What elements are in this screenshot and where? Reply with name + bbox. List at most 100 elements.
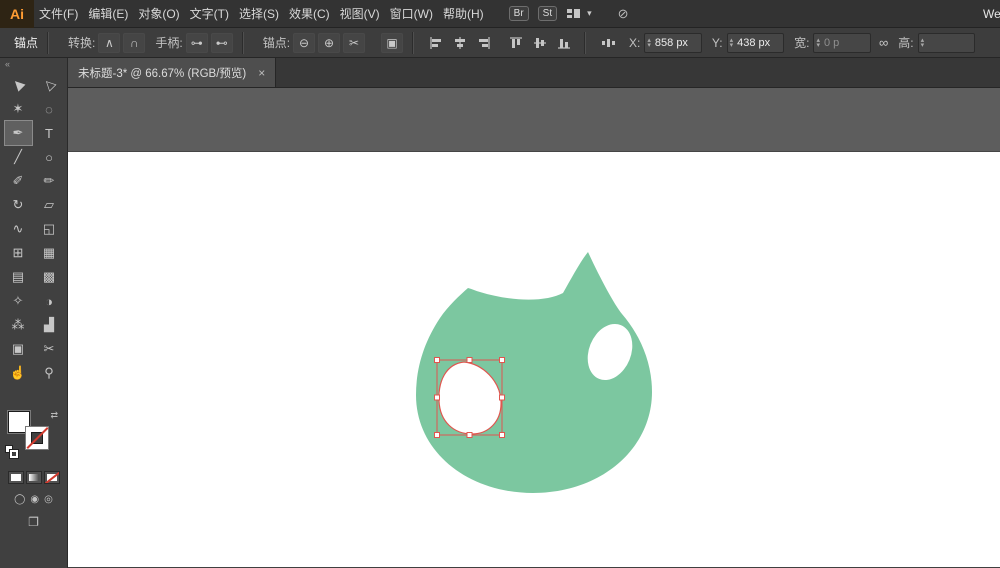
align-bottom-button[interactable] (553, 33, 575, 53)
remove-anchor-button[interactable]: ⊖ (293, 32, 316, 53)
artboard-tool[interactable]: ▣ (5, 337, 32, 361)
selection-handle[interactable] (434, 394, 440, 401)
menu-edit[interactable]: 编辑(E) (83, 0, 133, 28)
chevron-down-icon[interactable]: ▾ (587, 8, 592, 19)
convert-to-smooth-button[interactable]: ∩ (123, 32, 146, 53)
direct-selection-icon: ▷ (39, 76, 58, 95)
selection-handle[interactable] (466, 432, 473, 438)
document-tab[interactable]: 未标题-3* @ 66.67% (RGB/预览) × (68, 58, 277, 87)
draw-normal-button[interactable]: ◯ (14, 494, 25, 505)
hide-handles-button[interactable]: ⊷ (210, 32, 233, 53)
menu-effect[interactable]: 效果(C) (284, 0, 335, 28)
menu-file[interactable]: 文件(F) (34, 0, 83, 28)
align-center-button[interactable] (449, 33, 471, 53)
isolate-object-button[interactable]: ▣ (381, 32, 404, 53)
draw-inside-button[interactable]: ◎ (44, 494, 53, 505)
zoom-tool[interactable]: ⚲ (36, 361, 63, 385)
artwork-layer (416, 252, 652, 493)
arrange-documents-icon[interactable] (566, 7, 581, 20)
lasso-tool[interactable]: ◌ (36, 97, 63, 121)
connect-anchors-button[interactable]: ⊕ (318, 32, 341, 53)
width-value[interactable]: 0 p (824, 37, 866, 49)
shape-builder-icon: ⊞ (12, 245, 24, 260)
draw-behind-button[interactable]: ◉ (30, 494, 39, 505)
hand-tool[interactable]: ☝ (5, 361, 32, 385)
perspective-grid-tool[interactable]: ▦ (36, 241, 63, 265)
show-handles-button[interactable]: ⊶ (185, 32, 208, 53)
menu-view[interactable]: 视图(V) (335, 0, 385, 28)
gradient-tool[interactable]: ▩ (36, 265, 63, 289)
ellipse-icon: ○ (45, 149, 53, 165)
selection-handle[interactable] (499, 357, 505, 363)
convert-to-corner-button[interactable]: ∧ (98, 32, 121, 53)
line-segment-tool[interactable]: ╱ (5, 145, 32, 169)
symbol-sprayer-tool[interactable]: ⁂ (5, 313, 32, 337)
align-middle-button[interactable] (529, 33, 551, 53)
paintbrush-icon: ✐ (12, 173, 24, 188)
stepper-icon[interactable]: ▴ ▾ (816, 37, 820, 49)
menu-select[interactable]: 选择(S) (234, 0, 284, 28)
stroke-swatch[interactable] (25, 427, 48, 449)
stock-button[interactable]: St (537, 6, 558, 21)
type-tool[interactable]: T (36, 121, 63, 145)
screen-mode-button[interactable]: ❐ (28, 515, 39, 529)
pencil-tool[interactable]: ✏ (36, 169, 63, 193)
share-icon[interactable]: ⊘ (618, 6, 629, 22)
cut-path-button[interactable]: ✂ (343, 32, 366, 53)
stepper-icon[interactable]: ▴ ▾ (647, 37, 651, 49)
menu-window[interactable]: 窗口(W) (385, 0, 438, 28)
workspace-switcher[interactable]: We (983, 7, 1000, 21)
none-button[interactable] (43, 471, 60, 484)
swap-fill-stroke-icon[interactable]: ⇄ (51, 410, 59, 421)
line-segment-icon: ╱ (14, 149, 22, 164)
canvas[interactable] (68, 88, 1000, 567)
selection-handle[interactable] (434, 357, 440, 363)
selection-handle[interactable] (499, 432, 505, 438)
stepper-icon[interactable]: ▴ ▾ (730, 37, 734, 49)
eyedropper-tool[interactable]: ✧ (5, 289, 32, 313)
menu-type[interactable]: 文字(T) (185, 0, 234, 28)
magic-wand-tool[interactable]: ✶ (5, 97, 32, 121)
constrain-proportions-icon[interactable]: ∞ (879, 35, 888, 50)
color-button[interactable] (7, 471, 24, 484)
blend-tool[interactable]: ◑ (36, 289, 63, 313)
x-value[interactable]: 858 px (655, 37, 697, 49)
lasso-icon: ◌ (45, 101, 53, 117)
rotate-tool[interactable]: ↻ (5, 193, 32, 217)
selection-handle[interactable] (499, 394, 505, 401)
free-transform-tool[interactable]: ◱ (36, 217, 63, 241)
bridge-button[interactable]: Br (508, 6, 529, 21)
selection-tool[interactable]: ▶ (5, 73, 32, 97)
direct-selection-tool[interactable]: ▷ (36, 73, 63, 97)
collapse-panel-icon[interactable]: « (0, 58, 67, 71)
graph-tool[interactable]: ▟ (36, 313, 63, 337)
gradient-button[interactable] (25, 471, 42, 484)
align-top-button[interactable] (505, 33, 527, 53)
align-left-button[interactable] (425, 33, 447, 53)
y-field[interactable]: ▴ ▾ 438 px (726, 32, 785, 53)
shape-builder-tool[interactable]: ⊞ (5, 241, 32, 265)
paintbrush-tool[interactable]: ✐ (5, 169, 32, 193)
width-field[interactable]: ▴ ▾ 0 p (813, 32, 871, 53)
stepper-icon[interactable]: ▴ ▾ (921, 37, 925, 49)
y-value[interactable]: 438 px (737, 37, 779, 49)
mesh-tool[interactable]: ▤ (5, 265, 32, 289)
menubar-badges: Br St ▾ (508, 6, 592, 21)
selection-handle[interactable] (466, 357, 473, 363)
pen-tool[interactable]: ✒ (3, 120, 33, 146)
scale-tool[interactable]: ▱ (36, 193, 63, 217)
ellipse-tool[interactable]: ○ (36, 145, 63, 169)
close-icon[interactable]: × (258, 66, 265, 80)
menu-object[interactable]: 对象(O) (133, 0, 184, 28)
default-fill-stroke-icon[interactable] (4, 445, 19, 459)
selection-handle[interactable] (434, 432, 440, 438)
y-label: Y: (711, 35, 723, 50)
distribute-button[interactable] (597, 33, 619, 53)
anchors-label: 锚点: (262, 36, 291, 50)
width-tool[interactable]: ∿ (5, 217, 32, 241)
slice-tool[interactable]: ✂ (36, 337, 63, 361)
x-field[interactable]: ▴ ▾ 858 px (644, 32, 702, 53)
height-field[interactable]: ▴ ▾ (917, 32, 976, 53)
menu-help[interactable]: 帮助(H) (438, 0, 489, 28)
align-right-button[interactable] (473, 33, 495, 53)
